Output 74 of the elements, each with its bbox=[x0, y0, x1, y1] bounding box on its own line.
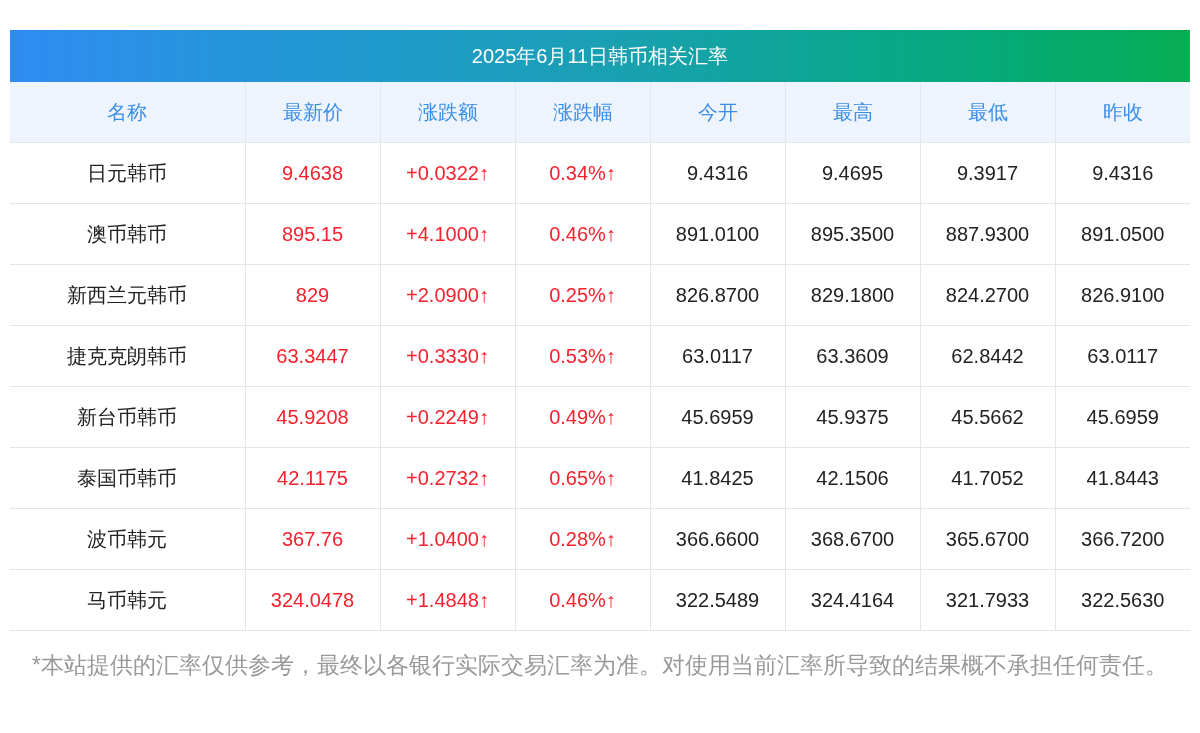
table-cell: 366.7200 bbox=[1055, 508, 1190, 569]
column-header: 名称 bbox=[10, 82, 245, 142]
table-cell: 895.15 bbox=[245, 203, 380, 264]
table-cell: 9.4316 bbox=[650, 142, 785, 203]
table-cell: 366.6600 bbox=[650, 508, 785, 569]
table-cell: +0.2732↑ bbox=[380, 447, 515, 508]
table-cell: 322.5630 bbox=[1055, 569, 1190, 630]
table-cell: 9.4695 bbox=[785, 142, 920, 203]
table-cell: 63.0117 bbox=[650, 325, 785, 386]
table-cell: 324.4164 bbox=[785, 569, 920, 630]
table-cell: 9.4638 bbox=[245, 142, 380, 203]
table-cell: 322.5489 bbox=[650, 569, 785, 630]
table-cell: +1.0400↑ bbox=[380, 508, 515, 569]
table-cell: 41.8443 bbox=[1055, 447, 1190, 508]
table-cell: 0.53%↑ bbox=[515, 325, 650, 386]
table-cell: 63.0117 bbox=[1055, 325, 1190, 386]
table-cell: 824.2700 bbox=[920, 264, 1055, 325]
table-cell: 895.3500 bbox=[785, 203, 920, 264]
table-cell: 45.9375 bbox=[785, 386, 920, 447]
table-cell: 321.7933 bbox=[920, 569, 1055, 630]
table-cell: +0.2249↑ bbox=[380, 386, 515, 447]
table-cell: 41.7052 bbox=[920, 447, 1055, 508]
table-cell: +1.4848↑ bbox=[380, 569, 515, 630]
table-cell: 826.8700 bbox=[650, 264, 785, 325]
table-cell: +4.1000↑ bbox=[380, 203, 515, 264]
table-cell: 62.8442 bbox=[920, 325, 1055, 386]
column-header: 涨跌额 bbox=[380, 82, 515, 142]
table-cell: 0.25%↑ bbox=[515, 264, 650, 325]
table-cell: 45.6959 bbox=[1055, 386, 1190, 447]
table-cell: 42.1175 bbox=[245, 447, 380, 508]
table-cell: 马币韩元 bbox=[10, 569, 245, 630]
table-cell: 泰国币韩币 bbox=[10, 447, 245, 508]
table-cell: 9.3917 bbox=[920, 142, 1055, 203]
table-cell: 0.49%↑ bbox=[515, 386, 650, 447]
table-cell: 0.28%↑ bbox=[515, 508, 650, 569]
disclaimer-text: *本站提供的汇率仅供参考，最终以各银行实际交易汇率为准。对使用当前汇率所导致的结果概不承担任何责任。 bbox=[31, 650, 1169, 680]
table-cell: 澳币韩币 bbox=[10, 203, 245, 264]
column-header: 最新价 bbox=[245, 82, 380, 142]
column-header: 昨收 bbox=[1055, 82, 1190, 142]
table-cell: 45.5662 bbox=[920, 386, 1055, 447]
table-cell: +2.0900↑ bbox=[380, 264, 515, 325]
table-cell: 63.3447 bbox=[245, 325, 380, 386]
table-cell: 9.4316 bbox=[1055, 142, 1190, 203]
table-cell: 826.9100 bbox=[1055, 264, 1190, 325]
table-cell: 新台币韩币 bbox=[10, 386, 245, 447]
table-cell: 829.1800 bbox=[785, 264, 920, 325]
table-cell: 0.34%↑ bbox=[515, 142, 650, 203]
table-cell: +0.0322↑ bbox=[380, 142, 515, 203]
table-cell: 367.76 bbox=[245, 508, 380, 569]
column-header: 最高 bbox=[785, 82, 920, 142]
table-title: 2025年6月11日韩币相关汇率 bbox=[10, 30, 1190, 82]
table-cell: 41.8425 bbox=[650, 447, 785, 508]
table-cell: 891.0500 bbox=[1055, 203, 1190, 264]
table-cell: 63.3609 bbox=[785, 325, 920, 386]
table-cell: 829 bbox=[245, 264, 380, 325]
table-cell: 波币韩元 bbox=[10, 508, 245, 569]
table-cell: 887.9300 bbox=[920, 203, 1055, 264]
table-cell: 891.0100 bbox=[650, 203, 785, 264]
table-cell: +0.3330↑ bbox=[380, 325, 515, 386]
table-cell: 日元韩币 bbox=[10, 142, 245, 203]
table-cell: 368.6700 bbox=[785, 508, 920, 569]
table-cell: 0.46%↑ bbox=[515, 203, 650, 264]
column-header: 今开 bbox=[650, 82, 785, 142]
table-cell: 324.0478 bbox=[245, 569, 380, 630]
table-cell: 42.1506 bbox=[785, 447, 920, 508]
column-header: 最低 bbox=[920, 82, 1055, 142]
table-cell: 新西兰元韩币 bbox=[10, 264, 245, 325]
column-header: 涨跌幅 bbox=[515, 82, 650, 142]
table-cell: 0.65%↑ bbox=[515, 447, 650, 508]
table-cell: 365.6700 bbox=[920, 508, 1055, 569]
table-cell: 0.46%↑ bbox=[515, 569, 650, 630]
table-cell: 45.9208 bbox=[245, 386, 380, 447]
table-cell: 捷克克朗韩币 bbox=[10, 325, 245, 386]
table-cell: 45.6959 bbox=[650, 386, 785, 447]
